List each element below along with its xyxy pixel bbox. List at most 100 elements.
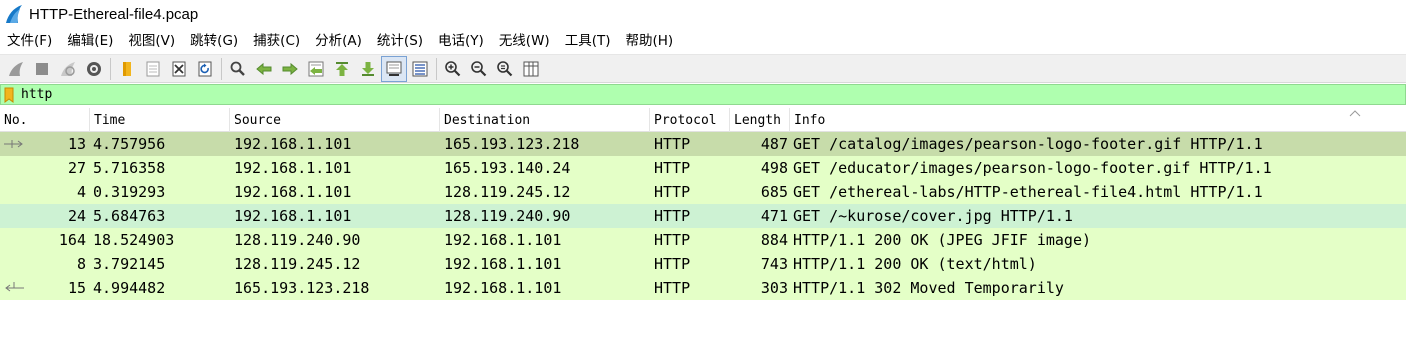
- packet-length: 498: [760, 159, 788, 177]
- packet-number: 164: [58, 231, 86, 249]
- menu-go[interactable]: 跳转(G): [183, 28, 246, 54]
- packet-info: GET /educator/images/pearson-logo-footer…: [793, 159, 1272, 177]
- packet-source: 192.168.1.101: [234, 183, 352, 201]
- first-packet-button[interactable]: [329, 56, 355, 82]
- zoom-in-button[interactable]: [440, 56, 466, 82]
- zoom-normal-button[interactable]: [492, 56, 518, 82]
- packet-time: 3.792145: [93, 255, 166, 273]
- column-header-time[interactable]: Time: [90, 108, 230, 132]
- last-packet-button[interactable]: [355, 56, 381, 82]
- main-toolbar: [0, 54, 1406, 83]
- find-packet-button[interactable]: [225, 56, 251, 82]
- column-header-info[interactable]: Info: [790, 108, 1406, 132]
- colorize-icon: [412, 61, 428, 76]
- resize-columns-button[interactable]: [518, 56, 544, 82]
- bookmark-icon: [4, 87, 14, 103]
- packet-info: GET /catalog/images/pearson-logo-footer.…: [793, 135, 1263, 153]
- go-to-packet-button[interactable]: [303, 56, 329, 82]
- close-file-button[interactable]: [166, 56, 192, 82]
- packet-row[interactable]: 4 0.319293 192.168.1.101 128.119.245.12 HTTP…: [0, 180, 1406, 204]
- menu-tools[interactable]: 工具(T): [558, 28, 619, 54]
- title-bar: HTTP-Ethereal-file4.pcap: [0, 0, 1406, 28]
- packet-number: 27: [67, 159, 86, 177]
- column-header-source[interactable]: Source: [230, 108, 440, 132]
- filter-bookmark-button[interactable]: [1, 85, 17, 104]
- packet-length: 743: [760, 255, 788, 273]
- packet-info: HTTP/1.1 200 OK (JPEG JFIF image): [793, 231, 1092, 249]
- column-header-no[interactable]: No.: [0, 108, 90, 132]
- packet-protocol: HTTP: [654, 255, 691, 273]
- column-header-protocol[interactable]: Protocol: [650, 108, 730, 132]
- menu-statistics[interactable]: 统计(S): [370, 28, 431, 54]
- packet-source: 192.168.1.101: [234, 159, 352, 177]
- stop-capture-button[interactable]: [29, 56, 55, 82]
- display-filter-bar: [0, 84, 1406, 105]
- packet-source: 128.119.240.90: [234, 231, 361, 249]
- menu-telephony[interactable]: 电话(Y): [431, 28, 492, 54]
- menu-view[interactable]: 视图(V): [121, 28, 183, 54]
- display-filter-input[interactable]: [17, 85, 1405, 104]
- go-back-button[interactable]: [251, 56, 277, 82]
- menu-analyze[interactable]: 分析(A): [308, 28, 370, 54]
- packet-row[interactable]: 24 5.684763 192.168.1.101 128.119.240.90 HTT…: [0, 204, 1406, 228]
- packet-number: 8: [76, 255, 86, 273]
- packet-time: 4.757956: [93, 135, 166, 153]
- sort-ascending-icon: [1349, 110, 1361, 117]
- go-forward-arrow-icon: [282, 62, 298, 75]
- packet-protocol: HTTP: [654, 231, 691, 249]
- packet-info: HTTP/1.1 200 OK (text/html): [793, 255, 1037, 273]
- menu-wireless[interactable]: 无线(W): [492, 28, 558, 54]
- column-header-length[interactable]: Length: [730, 108, 790, 132]
- packet-protocol: HTTP: [654, 159, 691, 177]
- column-header-destination[interactable]: Destination: [440, 108, 650, 132]
- autoscroll-button[interactable]: [381, 55, 407, 82]
- packet-info: HTTP/1.1 302 Moved Temporarily: [793, 279, 1064, 297]
- zoom-out-icon: [471, 60, 487, 76]
- packet-time: 0.319293: [93, 183, 166, 201]
- restart-fin-icon: [61, 61, 75, 76]
- packet-destination: 128.119.245.12: [444, 183, 571, 201]
- packet-row[interactable]: 15 4.994482 165.193.123.218 192.168.1.101 HT…: [0, 276, 1406, 300]
- packet-number: 4: [76, 183, 86, 201]
- menu-help[interactable]: 帮助(H): [618, 28, 681, 54]
- packet-source: 192.168.1.101: [234, 135, 352, 153]
- packet-protocol: HTTP: [654, 135, 691, 153]
- open-file-button[interactable]: [114, 56, 140, 82]
- save-file-button[interactable]: [140, 56, 166, 82]
- colorize-button[interactable]: [407, 56, 433, 82]
- find-magnifier-icon: [230, 61, 245, 76]
- last-packet-icon: [362, 61, 374, 76]
- packet-time: 5.684763: [93, 207, 166, 225]
- menu-file[interactable]: 文件(F): [0, 28, 60, 54]
- packet-row[interactable]: 27 5.716358 192.168.1.101 165.193.140.24 HTT…: [0, 156, 1406, 180]
- packet-list: No. Time Source Destination Protocol Len…: [0, 108, 1406, 338]
- packet-source: 128.119.245.12: [234, 255, 361, 273]
- menu-edit[interactable]: 编辑(E): [60, 28, 121, 54]
- window-title: HTTP-Ethereal-file4.pcap: [29, 5, 199, 23]
- resize-columns-icon: [523, 61, 539, 76]
- zoom-out-button[interactable]: [466, 56, 492, 82]
- start-capture-button[interactable]: [3, 56, 29, 82]
- packet-destination: 192.168.1.101: [444, 255, 562, 273]
- first-packet-icon: [336, 61, 348, 76]
- toolbar-separator: [221, 57, 222, 80]
- packet-protocol: HTTP: [654, 279, 691, 297]
- capture-options-button[interactable]: [81, 56, 107, 82]
- go-forward-button[interactable]: [277, 56, 303, 82]
- open-folder-icon: [123, 61, 131, 76]
- packet-source: 165.193.123.218: [234, 279, 370, 297]
- menu-capture[interactable]: 捕获(C): [246, 28, 308, 54]
- packet-row[interactable]: 8 3.792145 128.119.245.12 192.168.1.101 HTTP…: [0, 252, 1406, 276]
- stop-square-icon: [36, 62, 48, 75]
- reload-file-button[interactable]: [192, 56, 218, 82]
- restart-capture-button[interactable]: [55, 56, 81, 82]
- zoom-normal-icon: [497, 60, 513, 76]
- packet-destination: 192.168.1.101: [444, 231, 562, 249]
- toolbar-separator: [436, 57, 437, 80]
- related-response-icon: [5, 282, 24, 292]
- shark-fin-start-icon: [9, 61, 23, 76]
- packet-row[interactable]: 164 18.524903 128.119.240.90 192.168.1.101 H…: [0, 228, 1406, 252]
- packet-row[interactable]: 13 4.757956 192.168.1.101 165.193.123.218 HT…: [0, 132, 1406, 156]
- packet-destination: 128.119.240.90: [444, 207, 571, 225]
- menu-bar: 文件(F) 编辑(E) 视图(V) 跳转(G) 捕获(C) 分析(A) 统计(S…: [0, 28, 1406, 54]
